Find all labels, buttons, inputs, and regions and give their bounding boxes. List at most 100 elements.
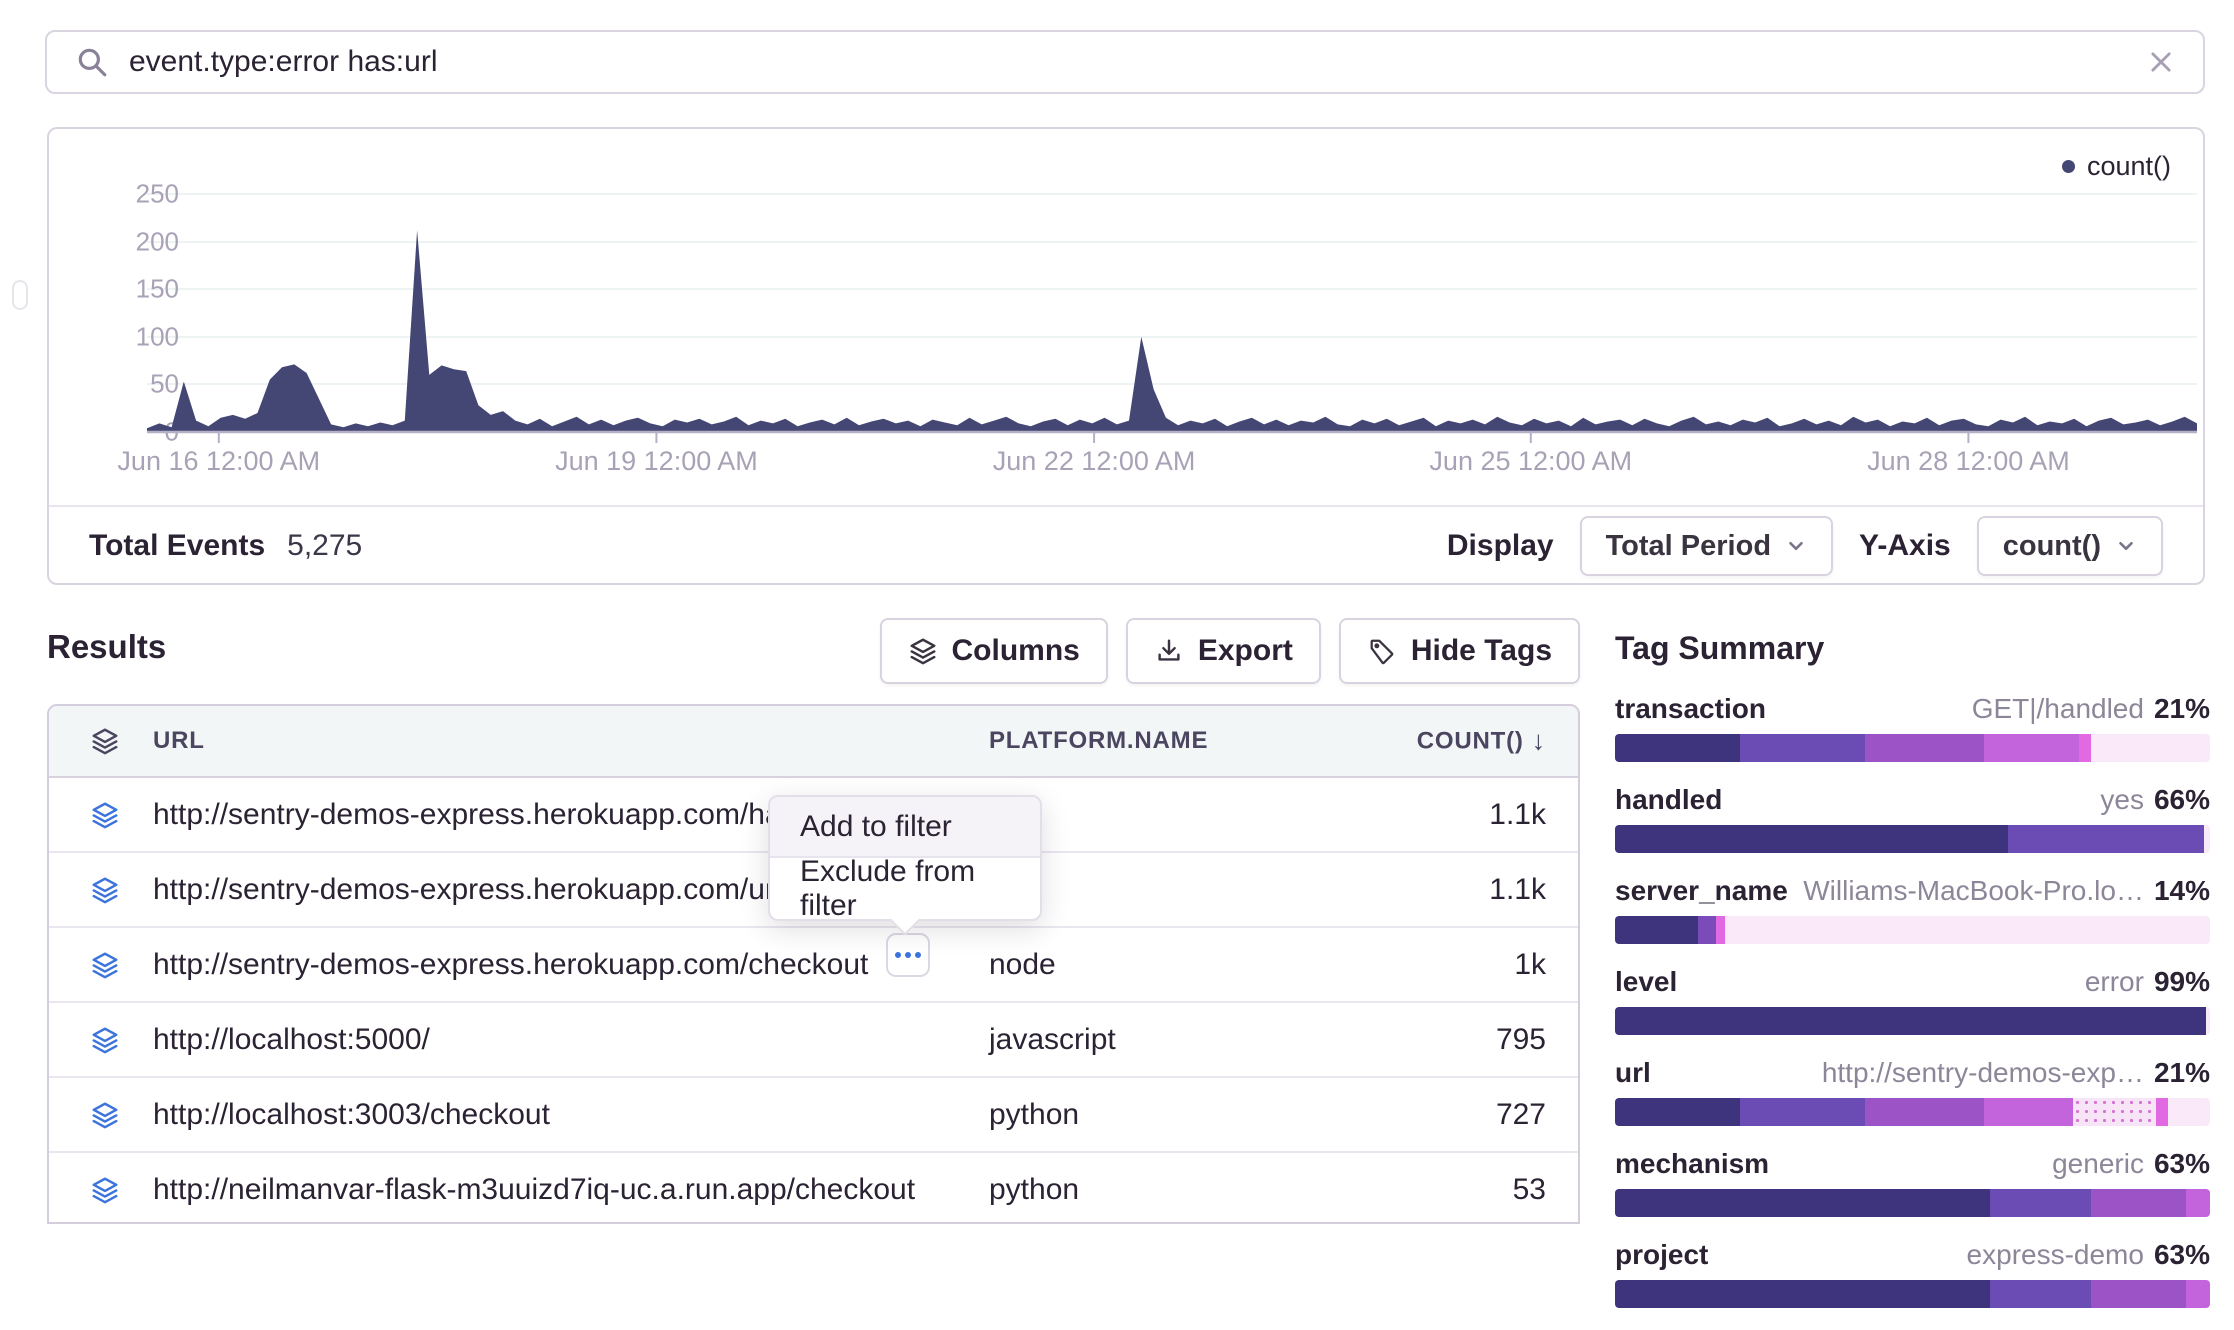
x-axis-tick-label: Jun 22 12:00 AM [993, 446, 1196, 477]
menu-item-add-to-filter[interactable]: Add to filter [770, 797, 1040, 858]
tag-entry: levelerror99% [1615, 966, 2210, 1035]
tag-bar-segment[interactable] [1865, 1098, 1984, 1126]
yaxis-select[interactable]: count() [1977, 516, 2163, 576]
tag-name: handled [1615, 784, 1722, 816]
tag-bar-segment[interactable] [1615, 1189, 1990, 1217]
tag-distribution-bar[interactable] [1615, 1098, 2210, 1126]
tag-bar-segment[interactable] [1615, 1280, 1990, 1308]
tag-bar-segment[interactable] [1984, 734, 2079, 762]
chart-legend[interactable]: count() [2062, 151, 2171, 182]
collapsed-sidebar-handle[interactable] [12, 280, 28, 310]
cell-count: 1k [1514, 948, 1546, 982]
column-header-url[interactable]: URL [153, 727, 205, 755]
tag-bar-segment[interactable] [1725, 916, 2210, 944]
tag-name: server_name [1615, 875, 1788, 907]
cell-actions-button[interactable] [886, 933, 930, 977]
event-count-area-chart: 050100150200250Jun 16 12:00 AMJun 19 12:… [49, 129, 2207, 505]
legend-series-dot [2062, 160, 2075, 173]
tag-bar-segment[interactable] [2156, 1098, 2168, 1126]
tag-bar-segment[interactable] [2079, 734, 2091, 762]
search-bar[interactable]: event.type:error has:url [45, 30, 2205, 94]
table-row: http://neilmanvar-flask-m3uuizd7iq-uc.a.… [49, 1153, 1578, 1224]
tag-bar-segment[interactable] [2091, 734, 2210, 762]
tag-bar-segment[interactable] [1740, 734, 1865, 762]
table-row: http://localhost:5000/javascript795 [49, 1003, 1578, 1078]
x-axis-tick-label: Jun 28 12:00 AM [1867, 446, 2070, 477]
tag-bar-segment[interactable] [2091, 1280, 2186, 1308]
columns-button[interactable]: Columns [880, 618, 1108, 684]
tag-bar-segment[interactable] [1990, 1280, 2091, 1308]
tag-bar-segment[interactable] [1740, 1098, 1865, 1126]
hide-tags-button[interactable]: Hide Tags [1339, 618, 1580, 684]
cell-url[interactable]: http://localhost:5000/ [153, 1023, 430, 1057]
tag-distribution-bar[interactable] [1615, 825, 2210, 853]
tag-percentage: 63% [2154, 1239, 2210, 1270]
tag-bar-segment[interactable] [1615, 734, 1740, 762]
tag-distribution-bar[interactable] [1615, 1189, 2210, 1217]
tag-bar-segment[interactable] [1716, 916, 1725, 944]
tag-distribution-bar[interactable] [1615, 1280, 2210, 1308]
tag-top-value: http://sentry-demos-exp…21% [1822, 1057, 2210, 1089]
tag-bar-segment[interactable] [2091, 1189, 2186, 1217]
cell-url[interactable]: http://sentry-demos-express.herokuapp.co… [153, 798, 855, 832]
tag-bar-segment[interactable] [2204, 825, 2210, 853]
tag-bar-segment[interactable] [1615, 1098, 1740, 1126]
total-events-label: Total Events [89, 529, 265, 563]
stacked-layers-icon [90, 1175, 120, 1205]
cell-context-menu: Add to filter Exclude from filter [768, 795, 1042, 921]
tag-bar-segment[interactable] [2186, 1280, 2210, 1308]
tag-percentage: 21% [2154, 1057, 2210, 1088]
stacked-layers-icon [90, 950, 120, 980]
yaxis-label: Y-Axis [1859, 529, 1951, 563]
tag-bar-segment[interactable] [1984, 1098, 2073, 1126]
cell-platform[interactable]: python [989, 1173, 1079, 1207]
chevron-down-icon [1785, 535, 1807, 557]
cell-url[interactable]: http://sentry-demos-express.herokuapp.co… [153, 948, 868, 982]
chevron-down-icon [2115, 535, 2137, 557]
tag-percentage: 21% [2154, 693, 2210, 724]
tag-top-value: GET|/handled21% [1972, 693, 2210, 725]
clear-search-icon[interactable] [2147, 48, 2175, 76]
tag-bar-segment[interactable] [2206, 1007, 2210, 1035]
tag-distribution-bar[interactable] [1615, 916, 2210, 944]
tag-percentage: 66% [2154, 784, 2210, 815]
tag-top-value: express-demo63% [1967, 1239, 2210, 1271]
cell-platform[interactable]: node [989, 948, 1056, 982]
stacked-layers-icon [90, 875, 120, 905]
column-header-count[interactable]: COUNT() ↓ [1417, 726, 1546, 757]
export-button[interactable]: Export [1126, 618, 1321, 684]
total-events-value: 5,275 [287, 529, 362, 563]
sort-descending-icon: ↓ [1532, 726, 1546, 757]
tag-distribution-bar[interactable] [1615, 734, 2210, 762]
cell-count: 727 [1496, 1098, 1546, 1132]
tag-distribution-bar[interactable] [1615, 1007, 2210, 1035]
tag-bar-segment[interactable] [2073, 1098, 2156, 1126]
cell-platform[interactable]: python [989, 1098, 1079, 1132]
tag-bar-segment[interactable] [1698, 916, 1716, 944]
cell-url[interactable]: http://localhost:3003/checkout [153, 1098, 550, 1132]
tag-summary: Tag Summary transactionGET|/handled21%ha… [1615, 630, 2210, 1330]
tag-summary-title: Tag Summary [1615, 630, 2210, 667]
cell-url[interactable]: http://neilmanvar-flask-m3uuizd7iq-uc.a.… [153, 1173, 915, 1207]
x-axis-tick-label: Jun 16 12:00 AM [117, 446, 320, 477]
cell-count: 53 [1513, 1173, 1546, 1207]
tag-bar-segment[interactable] [1615, 825, 2008, 853]
tag-bar-segment[interactable] [1990, 1189, 2091, 1217]
download-icon [1154, 636, 1184, 666]
column-header-platform[interactable]: PLATFORM.NAME [989, 727, 1208, 755]
tag-bar-segment[interactable] [2008, 825, 2204, 853]
tag-bar-segment[interactable] [2186, 1189, 2210, 1217]
tag-name: project [1615, 1239, 1708, 1271]
cell-count: 1.1k [1489, 873, 1546, 907]
tag-bar-segment[interactable] [1865, 734, 1984, 762]
search-icon [75, 45, 109, 79]
tag-bar-segment[interactable] [2168, 1098, 2210, 1126]
display-select[interactable]: Total Period [1580, 516, 1833, 576]
cell-platform[interactable]: javascript [989, 1023, 1116, 1057]
search-input[interactable]: event.type:error has:url [129, 45, 2147, 79]
tag-bar-segment[interactable] [1615, 1007, 2206, 1035]
x-axis-tick-label: Jun 25 12:00 AM [1429, 446, 1632, 477]
table-row: http://localhost:3003/checkout python 727 [49, 1078, 1578, 1153]
tag-bar-segment[interactable] [1615, 916, 1698, 944]
stacked-layers-icon [90, 1100, 120, 1130]
